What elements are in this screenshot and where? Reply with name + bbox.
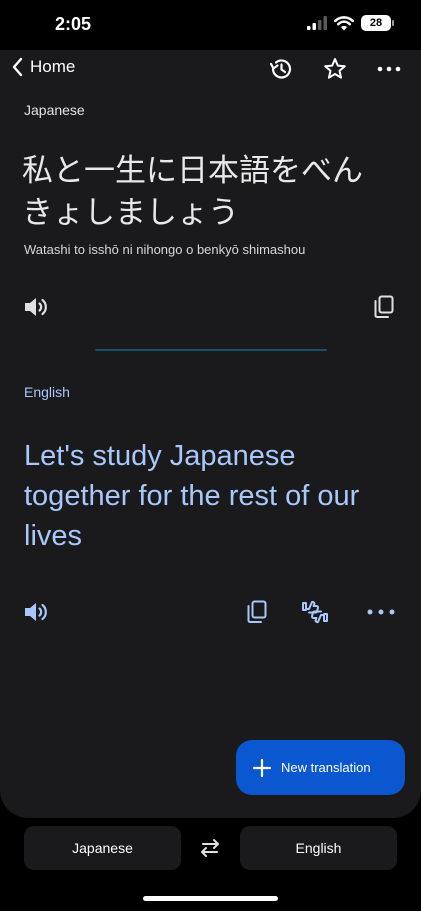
target-listen-button[interactable]: [22, 599, 50, 625]
section-divider: [95, 349, 327, 351]
speaker-icon: [25, 298, 47, 316]
status-indicators: 28: [307, 15, 394, 31]
wifi-icon: [334, 15, 354, 30]
new-translation-label: New translation: [281, 760, 371, 775]
cellular-signal-icon: [307, 16, 327, 30]
history-button[interactable]: [268, 56, 294, 86]
swap-icon: [201, 839, 219, 857]
more-horizontal-icon: [377, 66, 401, 72]
translation-card: Home Japanese 私と一生に日本語をべんきょしましょう Watashi…: [0, 50, 421, 818]
plus-icon: [252, 758, 272, 777]
status-bar: 2:05 28: [0, 0, 421, 50]
source-listen-button[interactable]: [22, 294, 50, 320]
source-language-selector[interactable]: Japanese: [24, 826, 181, 870]
more-horizontal-icon: [367, 609, 395, 615]
new-translation-button[interactable]: New translation: [236, 740, 405, 795]
speaker-icon: [25, 603, 47, 621]
target-language-label: English: [24, 384, 70, 400]
source-romanization: Watashi to isshō ni nihongo o benkyō shi…: [24, 242, 306, 257]
source-text: 私と一生に日本語をべんきょしましょう: [22, 153, 363, 231]
target-copy-button[interactable]: [245, 599, 269, 625]
copy-icon: [247, 600, 267, 623]
top-nav: Home: [0, 50, 421, 90]
battery-indicator: 28: [361, 15, 394, 31]
feedback-button[interactable]: [300, 598, 330, 626]
swap-languages-button[interactable]: [196, 836, 224, 864]
chevron-left-icon: [12, 57, 23, 77]
copy-icon: [374, 295, 394, 318]
language-selector-bar: Japanese English: [0, 826, 421, 870]
more-options-button[interactable]: [376, 58, 402, 84]
history-icon: [269, 59, 292, 79]
favorite-button[interactable]: [322, 56, 348, 86]
back-label: Home: [30, 57, 76, 76]
target-text: Let's study Japanese together for the re…: [24, 440, 360, 552]
thumbs-feedback-icon: [302, 600, 328, 624]
home-indicator[interactable]: [143, 896, 278, 901]
status-time: 2:05: [55, 14, 92, 34]
source-language-selector-label: Japanese: [72, 840, 133, 856]
target-language-selector-label: English: [295, 840, 342, 856]
source-language-label: Japanese: [24, 102, 85, 118]
target-more-button[interactable]: [366, 601, 396, 623]
battery-level: 28: [369, 17, 383, 29]
target-language-selector[interactable]: English: [240, 826, 397, 870]
source-copy-button[interactable]: [372, 294, 396, 320]
star-icon: [324, 58, 346, 79]
back-button[interactable]: Home: [10, 56, 75, 78]
